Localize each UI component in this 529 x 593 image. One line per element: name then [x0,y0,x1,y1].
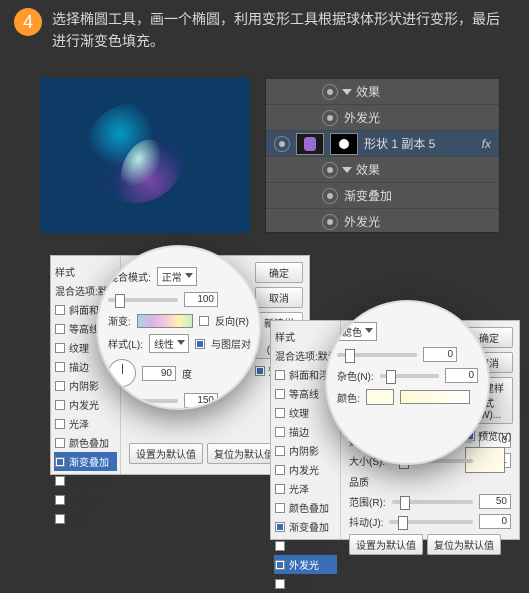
reverse-label: 反向(R) [215,313,249,328]
jitter-slider[interactable] [389,520,472,524]
layer-effects-row[interactable]: 效果 [266,79,499,105]
noise-label: 杂色(N): [337,368,374,383]
layer-label: 渐变叠加 [344,187,392,204]
opacity-value[interactable]: 0 [423,347,457,362]
gradient-picker[interactable] [400,390,470,404]
reverse-checkbox[interactable] [199,316,209,326]
glowcolor-label: 颜色: [337,390,360,405]
layer-label: 形状 1 副本 5 [364,135,435,152]
make-default-button[interactable]: 设置为默认值 [129,443,203,464]
canvas-preview [40,78,250,233]
layer-mask-icon [330,133,358,155]
make-default-button[interactable]: 设置为默认值 [349,534,423,555]
magnifier-gradient-overlay: 混合模式: 正常 100 渐变: 反向(R) 样式(L): 线性 与图层对 90 度 15… [96,245,261,410]
style-item[interactable]: 图案叠加 [54,471,117,490]
opacity-slider[interactable] [337,353,417,357]
style-item[interactable]: 颜色叠加 [54,433,117,452]
visibility-toggle-icon[interactable] [322,110,338,126]
style-item-selected[interactable]: 渐变叠加 [54,452,117,471]
angle-unit: 度 [182,366,192,381]
visibility-toggle-icon[interactable] [322,214,338,230]
opacity-value[interactable]: 100 [184,292,218,307]
cancel-button[interactable]: 取消 [255,287,303,308]
align-checkbox[interactable] [195,339,205,349]
layer-gradoverlay-row[interactable]: 渐变叠加 [266,183,499,209]
visibility-toggle-icon[interactable] [322,84,338,100]
disclosure-icon [342,89,352,95]
layer-effects-row[interactable]: 效果 [266,157,499,183]
scale-value[interactable]: 150 [184,393,218,408]
gradient-label: 渐变: [108,313,131,328]
jitter-label: 抖动(J): [349,514,383,529]
gradient-style-dropdown[interactable]: 线性 [149,334,189,353]
visibility-toggle-icon[interactable] [274,136,290,152]
layer-outerglow-row[interactable]: 外发光 [266,105,499,131]
gradient-sphere [85,103,185,203]
style-list-header: 样式 [274,327,337,346]
layers-panel: 效果 外发光 形状 1 副本 5 fx 效果 渐变叠加 外发光 [265,78,500,233]
layer-label: 外发光 [344,213,380,230]
section-label: 品质 [349,474,511,489]
style-item[interactable]: 图案叠加 [274,536,337,555]
layer-outerglow-row[interactable]: 外发光 [266,209,499,233]
style-item[interactable]: 内阴影 [274,441,337,460]
style-item[interactable]: 渐变叠加 [274,517,337,536]
range-slider[interactable] [392,500,474,504]
range-label: 范围(R): [349,494,386,509]
angle-dial-icon[interactable] [108,359,136,387]
scale-slider[interactable] [108,399,178,403]
magnifier-outer-glow: 滤色 0 杂色(N): 0 颜色: [325,300,490,465]
blendmode-dropdown[interactable]: 正常 [157,267,197,286]
style-item[interactable]: 外发光 [54,490,117,509]
preview-checkbox[interactable] [255,366,265,376]
range-value[interactable]: 50 [479,494,511,509]
noise-slider[interactable] [380,374,439,378]
align-label: 与图层对 [211,336,251,351]
blendmode-label: 混合模式: [108,269,151,284]
step-number-badge: 4 [14,8,42,36]
step-instruction: 选择椭圆工具，画一个椭圆，利用变形工具根据球体形状进行变形，最后进行渐变色填充。 [52,8,509,53]
layer-label: 效果 [356,161,380,178]
color-swatch[interactable] [366,389,394,405]
blendmode-dropdown[interactable]: 滤色 [337,322,377,341]
layer-thumbnail-icon [296,133,324,155]
disclosure-icon [342,167,352,173]
style-item[interactable]: 描边 [274,422,337,441]
gradient-picker[interactable] [137,314,193,328]
preview-label: 预览(V) [478,428,511,443]
style-item[interactable]: 光泽 [54,414,117,433]
style-item[interactable]: 颜色叠加 [274,498,337,517]
style-item[interactable]: 光泽 [274,479,337,498]
visibility-toggle-icon[interactable] [322,188,338,204]
fx-badge[interactable]: fx [482,137,491,151]
layer-shape-row[interactable]: 形状 1 副本 5 fx [266,131,499,157]
angle-value[interactable]: 90 [142,366,176,381]
noise-value[interactable]: 0 [445,368,479,383]
ok-button[interactable]: 确定 [255,262,303,283]
style-item[interactable]: 投影 [54,509,117,528]
layer-label: 外发光 [344,109,380,126]
reset-default-button[interactable]: 复位为默认值 [427,534,501,555]
style-label: 样式(L): [108,336,143,351]
jitter-value[interactable]: 0 [479,514,511,529]
visibility-toggle-icon[interactable] [322,162,338,178]
style-item[interactable]: 投影 [274,574,337,593]
layer-label: 效果 [356,83,380,100]
style-item[interactable]: 内发光 [274,460,337,479]
opacity-slider[interactable] [108,298,178,302]
